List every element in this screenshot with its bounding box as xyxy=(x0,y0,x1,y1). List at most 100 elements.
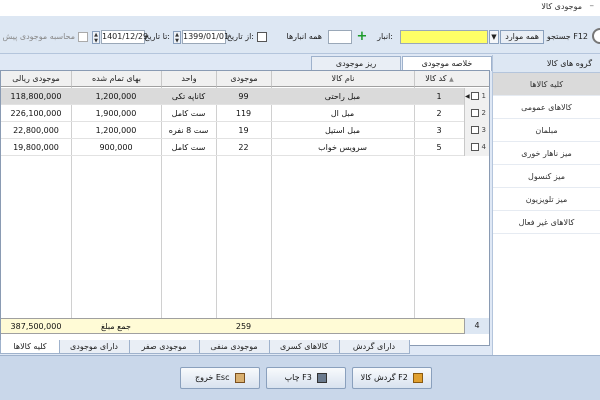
cell-price: 1,200,000 xyxy=(95,126,137,135)
chevron-down-icon[interactable]: ▼ xyxy=(489,30,499,44)
tab-all-items[interactable]: کلیه کالاها xyxy=(0,340,60,354)
cell-value: 226,100,000 xyxy=(10,109,62,118)
cell-price: 1,900,000 xyxy=(95,109,137,118)
total-label: جمع مبلغ xyxy=(101,322,131,331)
exit-button[interactable]: خروج Esc xyxy=(180,367,260,389)
turnover-button-label: گردش کالا F2 xyxy=(360,373,408,382)
row-header[interactable]: ◀ 1 xyxy=(464,88,489,105)
calc-prev-checkbox[interactable] xyxy=(78,32,88,42)
product-groups-panel: گروه های کالا کلیه کالاها کالاهای عمومی … xyxy=(492,55,600,355)
minimize-icon[interactable]: – xyxy=(590,1,595,11)
search-label: جستجو F12 xyxy=(546,32,588,41)
cell-code: 5 xyxy=(436,143,442,152)
table-row[interactable]: 2 مبل ال 119 ست کامل 1,900,000 226,100,0… xyxy=(1,105,489,122)
row-number: 2 xyxy=(481,109,486,117)
to-date-spinner-icon[interactable]: ▲ ▼ xyxy=(92,31,100,44)
column-header-code[interactable]: کد کالا ▲ xyxy=(414,71,464,87)
cell-name: مبل راحتی xyxy=(324,92,361,101)
tab-negative-stock[interactable]: موجودی منفی xyxy=(198,340,270,354)
row-header[interactable]: 2 xyxy=(464,105,489,122)
printer-icon xyxy=(317,372,328,383)
stock-grid: کد کالا ▲ نام کالا موجودی واحد بهای تمام… xyxy=(0,70,490,346)
group-item-tv-table[interactable]: میز تلویزیون xyxy=(493,188,600,211)
tab-has-stock[interactable]: دارای موجودی xyxy=(58,340,130,354)
to-date-label: تا تاریخ: xyxy=(144,32,170,41)
title-bar: موجودی کالا – xyxy=(0,0,600,16)
group-item-console-table[interactable]: میز کنسول xyxy=(493,165,600,188)
group-item-all[interactable]: کلیه کالاها xyxy=(493,73,600,96)
column-header-code-label: کد کالا xyxy=(425,74,447,83)
cell-code: 1 xyxy=(436,92,442,101)
window-title: موجودی کالا xyxy=(541,2,582,11)
row-number: 3 xyxy=(481,126,486,134)
filter-tabs: دارای گردش کالاهای کسری موجودی منفی موجو… xyxy=(0,340,470,354)
action-bar: گردش کالا F2 چاپ F3 خروج Esc xyxy=(0,355,600,400)
row-checkbox[interactable] xyxy=(471,126,479,134)
group-item-furniture[interactable]: مبلمان xyxy=(493,119,600,142)
row-number: 4 xyxy=(481,143,486,151)
group-item-dining-table[interactable]: میز ناهار خوری xyxy=(493,142,600,165)
row-number: 1 xyxy=(481,92,486,100)
row-header[interactable]: 4 xyxy=(464,139,489,156)
group-item-general[interactable]: کالاهای عمومی xyxy=(493,96,600,119)
from-date-spinner-icon[interactable]: ▲ ▼ xyxy=(173,31,181,44)
warehouse-input[interactable] xyxy=(328,30,352,44)
column-header-unit[interactable]: واحد xyxy=(161,71,216,87)
cell-stock: 99 xyxy=(238,92,249,101)
cell-value: 19,800,000 xyxy=(13,143,59,152)
column-header-stock[interactable]: موجودی xyxy=(216,71,271,87)
cell-unit: کاناپه تکی xyxy=(171,92,206,101)
cell-stock: 22 xyxy=(238,143,249,152)
stock-total: 259 xyxy=(235,322,252,331)
value-total: 387,500,000 xyxy=(10,322,62,331)
column-header-price[interactable]: بهای تمام شده xyxy=(71,71,161,87)
row-checkbox[interactable] xyxy=(471,92,479,100)
cell-name: مبل استیل xyxy=(324,126,361,135)
print-button[interactable]: چاپ F3 xyxy=(266,367,346,389)
row-checkbox[interactable] xyxy=(471,109,479,117)
group-item-inactive[interactable]: کالاهای غیر فعال xyxy=(493,211,600,234)
product-groups-header: گروه های کالا xyxy=(493,55,600,73)
cell-name: مبل ال xyxy=(330,109,355,118)
to-date-field[interactable]: 1401/12/29 xyxy=(101,30,148,44)
row-header[interactable]: 3 xyxy=(464,122,489,139)
cell-price: 1,200,000 xyxy=(95,92,137,101)
tab-stock-detail[interactable]: ریز موجودی xyxy=(311,56,401,70)
summary-row: 259 جمع مبلغ 387,500,000 xyxy=(1,318,489,334)
view-tabs: خلاصه موجودی ریز موجودی xyxy=(230,56,492,71)
turnover-button[interactable]: گردش کالا F2 xyxy=(352,367,432,389)
tab-shortage[interactable]: کالاهای کسری xyxy=(268,340,340,354)
cell-name: سرویس خواب xyxy=(318,143,367,152)
refresh-circle-icon[interactable] xyxy=(592,28,600,44)
report-icon xyxy=(413,372,424,383)
from-date-field[interactable]: 1399/01/01 xyxy=(182,30,229,44)
all-items-button[interactable]: همه موارد xyxy=(500,30,544,44)
column-header-value[interactable]: موجودی ریالی xyxy=(1,71,71,87)
exit-button-label: خروج Esc xyxy=(194,373,230,382)
filter-toolbar: جستجو F12 همه موارد ▼ انبار: + همه انبار… xyxy=(0,16,600,54)
warehouse-label: انبار: xyxy=(377,32,393,41)
add-icon[interactable]: + xyxy=(356,30,368,44)
row-checkbox[interactable] xyxy=(471,143,479,151)
from-date-label: از تاریخ: xyxy=(226,32,254,41)
table-row[interactable]: 5 سرویس خواب 22 ست کامل 900,000 19,800,0… xyxy=(1,139,489,156)
table-row[interactable]: 1 مبل راحتی 99 کاناپه تکی 1,200,000 118,… xyxy=(1,88,489,105)
tab-stock-summary[interactable]: خلاصه موجودی xyxy=(402,56,492,71)
search-input[interactable] xyxy=(400,30,488,44)
door-exit-icon xyxy=(235,372,246,383)
table-row[interactable]: 3 مبل استیل 19 ست 8 نفره 1,200,000 22,80… xyxy=(1,122,489,139)
cell-unit: ست کامل xyxy=(171,109,206,118)
calc-prev-label: محاسبه موجودی پیش از با xyxy=(0,32,75,41)
cell-code: 2 xyxy=(436,109,442,118)
cell-stock: 19 xyxy=(238,126,249,135)
from-date-checkbox[interactable] xyxy=(257,32,267,42)
tab-zero-stock[interactable]: موجودی صفر xyxy=(128,340,200,354)
cell-price: 900,000 xyxy=(99,143,133,152)
cell-value: 118,800,000 xyxy=(10,92,62,101)
print-button-label: چاپ F3 xyxy=(284,373,312,382)
sort-arrow-icon: ▲ xyxy=(449,76,454,83)
cell-stock: 119 xyxy=(235,109,252,118)
column-header-name[interactable]: نام کالا xyxy=(271,71,414,87)
row-count: 4 xyxy=(464,318,489,334)
tab-has-turnover[interactable]: دارای گردش xyxy=(338,340,410,354)
